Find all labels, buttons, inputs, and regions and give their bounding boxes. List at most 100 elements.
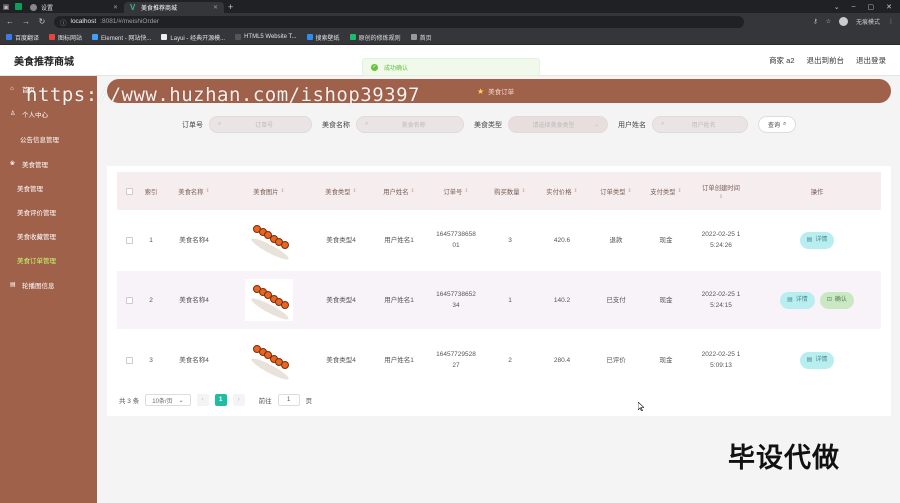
pinned-tab-green[interactable] bbox=[12, 0, 24, 13]
food-name-input[interactable]: ⌕ 美食名称 bbox=[356, 116, 464, 133]
sort-icon: ⇕ bbox=[464, 188, 469, 194]
star-icon[interactable]: ☆ bbox=[826, 18, 831, 25]
column-header[interactable]: 订单创建时间 ⇕ bbox=[689, 183, 753, 200]
sidebar-item-food[interactable]: ❀ 美食管理 bbox=[0, 151, 97, 176]
column-header: 操作 bbox=[810, 188, 824, 196]
close-window-icon[interactable]: ✕ bbox=[886, 3, 892, 11]
watermark-caption: 毕设代做 bbox=[728, 443, 840, 474]
food-image[interactable] bbox=[245, 279, 293, 321]
chevron-down-icon[interactable]: ⌄ bbox=[834, 3, 840, 11]
bookmark-item[interactable]: 百度翻译 bbox=[6, 33, 39, 42]
query-button[interactable]: 查询 ⌕ bbox=[758, 116, 797, 133]
prev-page-button[interactable]: ‹ bbox=[196, 394, 209, 406]
bookmark-item[interactable]: 首页 bbox=[410, 33, 432, 42]
goto-page-input[interactable]: 1 bbox=[277, 394, 300, 406]
food-image-cell bbox=[227, 339, 311, 381]
back-icon[interactable]: ← bbox=[6, 17, 14, 26]
column-header[interactable]: 订单类型 ⇕ bbox=[589, 187, 643, 196]
created-time-cell: 2022-02-25 1 5:24:26 bbox=[701, 231, 741, 249]
bookmark-item[interactable]: 搜索壁纸 bbox=[306, 33, 340, 42]
bookmark-item[interactable]: Layui - 经典开源模... bbox=[161, 33, 225, 42]
sidebar-item-carousel[interactable]: ▤ 轮播图信息 bbox=[0, 272, 97, 297]
url-input[interactable]: ⓘ localhost:8081/#/meishiOrder bbox=[54, 15, 744, 28]
key-icon[interactable]: ⚷ bbox=[813, 18, 817, 25]
column-header[interactable]: 购买数量 ⇕ bbox=[485, 187, 535, 196]
food-type-select[interactable]: 请选择美食类型 ⌄ bbox=[508, 116, 608, 133]
minimize-icon[interactable]: – bbox=[852, 3, 856, 11]
next-page-button[interactable]: › bbox=[232, 394, 245, 406]
detail-button[interactable]: ▤ 详情 bbox=[799, 231, 835, 249]
bookmark-item[interactable]: 原创的修炼规则 bbox=[349, 33, 401, 42]
window-controls: ⌄ – ▢ ✕ bbox=[834, 3, 900, 11]
food-image[interactable] bbox=[245, 339, 293, 381]
row-index: 1 bbox=[149, 236, 153, 244]
sushi-roll-shape bbox=[280, 301, 289, 309]
detail-button[interactable]: ▤ 详情 bbox=[780, 291, 815, 309]
sidebar-sub-food-favorite[interactable]: 美食收藏管理 bbox=[0, 224, 97, 248]
detail-button[interactable]: ▤ 详情 bbox=[799, 351, 835, 369]
app-title: 美食推荐商城 bbox=[14, 56, 74, 68]
user-icon: ♙ bbox=[10, 111, 16, 117]
menu-icon[interactable]: ⋮ bbox=[888, 18, 894, 25]
total-count: 共 3 条 bbox=[119, 398, 140, 405]
sidebar: ⌂ 首页 ♙ 个人中心 公告信息管理 ❀ 美食管理 美食管理 美食评价管理 美食… bbox=[0, 76, 97, 503]
close-icon[interactable]: ✕ bbox=[113, 4, 118, 11]
row-checkbox[interactable] bbox=[117, 236, 141, 244]
back-to-front-link[interactable]: 退出到前台 bbox=[807, 55, 845, 66]
food-icon: ❀ bbox=[10, 161, 16, 167]
row-index: 3 bbox=[149, 356, 153, 364]
row-index: 2 bbox=[149, 296, 153, 304]
user-name-input[interactable]: ⌕ 用户姓名 bbox=[652, 116, 748, 133]
logout-link[interactable]: 退出登录 bbox=[856, 55, 886, 66]
food-name-cell: 美食名称4 bbox=[179, 356, 209, 364]
search-icon: ⌕ bbox=[783, 121, 787, 127]
close-icon[interactable]: ✕ bbox=[213, 4, 218, 11]
sort-icon: ⇕ bbox=[627, 188, 632, 194]
sidebar-sub-food-manage[interactable]: 美食管理 bbox=[0, 176, 97, 200]
search-icon: ⌕ bbox=[365, 121, 369, 127]
reload-icon[interactable]: ↻ bbox=[38, 17, 46, 26]
column-header[interactable]: 用户姓名 ⇕ bbox=[371, 187, 427, 196]
tab-app[interactable]: V 美食推荐商城 ✕ bbox=[124, 2, 224, 13]
column-header[interactable]: 美食名称 ⇕ bbox=[161, 187, 227, 196]
quantity-cell: 1 bbox=[508, 296, 512, 304]
actions-cell: ▤ 详情 bbox=[753, 351, 881, 369]
sidebar-sub-food-review[interactable]: 美食评价管理 bbox=[0, 200, 97, 224]
profile-label[interactable]: 无痕模式 bbox=[856, 17, 880, 26]
bookmark-item[interactable]: Element - 网站快... bbox=[92, 33, 151, 42]
forward-icon[interactable]: → bbox=[22, 17, 30, 26]
maximize-icon[interactable]: ▢ bbox=[868, 3, 875, 11]
pagination: 共 3 条 10条/页 ⌄ ‹ 1 › 前往 1 页 bbox=[119, 394, 312, 406]
food-type-cell: 美食类型4 bbox=[326, 236, 356, 244]
bookmark-item[interactable]: HTML5 Website T... bbox=[235, 34, 297, 40]
user-name-cell: 用户姓名1 bbox=[384, 296, 414, 304]
row-checkbox[interactable] bbox=[117, 296, 141, 304]
confirm-button[interactable]: ⊡ 确认 bbox=[819, 291, 854, 309]
column-header[interactable]: 美食图片 ⇕ bbox=[227, 187, 311, 196]
tab-list-icon[interactable]: ▣ bbox=[0, 0, 12, 13]
sidebar-item-notice[interactable]: 公告信息管理 bbox=[0, 126, 97, 151]
sidebar-sub-food-order[interactable]: 美食订单管理 bbox=[0, 248, 97, 272]
payment-type-cell: 现金 bbox=[659, 356, 673, 364]
order-number-input[interactable]: ⌕ 订单号 bbox=[209, 116, 312, 133]
bookmark-item[interactable]: 图标网站 bbox=[49, 33, 82, 42]
bookmarks-bar: 百度翻译 图标网站 Element - 网站快... Layui - 经典开源模… bbox=[0, 30, 900, 45]
column-header[interactable]: 订单号 ⇕ bbox=[427, 187, 485, 196]
price-cell: 420.6 bbox=[553, 236, 571, 244]
tab-settings[interactable]: 设置 ✕ bbox=[24, 2, 124, 13]
row-checkbox[interactable] bbox=[117, 356, 141, 364]
new-tab-icon[interactable]: + bbox=[228, 2, 233, 12]
avatar[interactable] bbox=[838, 17, 848, 26]
column-header[interactable]: 实付价格 ⇕ bbox=[535, 187, 589, 196]
food-image[interactable] bbox=[245, 219, 293, 261]
sort-icon: ⇕ bbox=[280, 188, 285, 194]
column-header[interactable]: 美食类型 ⇕ bbox=[311, 187, 371, 196]
sort-icon: ⇕ bbox=[677, 188, 682, 194]
info-icon: ⓘ bbox=[60, 19, 67, 27]
select-all-checkbox[interactable] bbox=[117, 187, 141, 195]
column-header[interactable]: 支付类型 ⇕ bbox=[643, 187, 689, 196]
page-size-select[interactable]: 10条/页 ⌄ bbox=[145, 394, 191, 406]
food-type-cell: 美食类型4 bbox=[326, 356, 356, 364]
page-number[interactable]: 1 bbox=[214, 394, 227, 406]
address-bar: ← → ↻ ⓘ localhost:8081/#/meishiOrder ⚷ ☆… bbox=[0, 13, 900, 30]
